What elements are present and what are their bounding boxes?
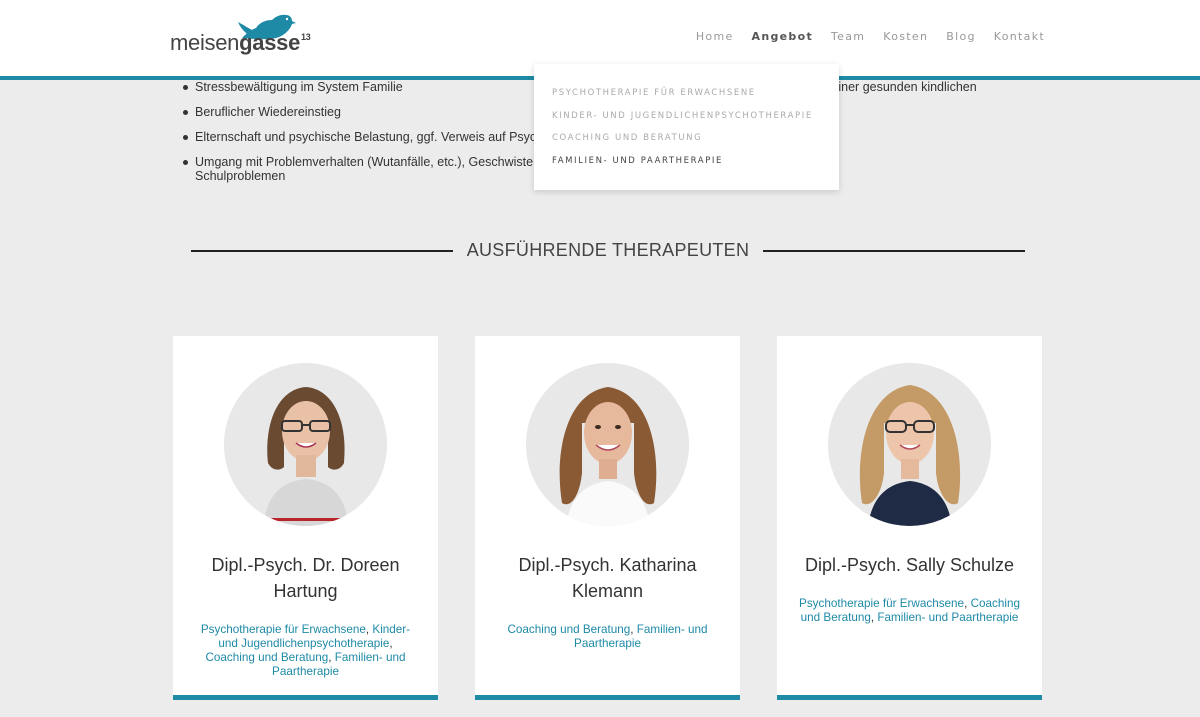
dropdown-item-familien-paartherapie[interactable]: FAMILIEN- UND PAARTHERAPIE	[534, 156, 839, 179]
heading-divider-left	[191, 250, 453, 252]
dropdown-item-coaching-beratung[interactable]: COACHING UND BERATUNG	[534, 133, 839, 156]
nav-kosten[interactable]: Kosten	[883, 30, 928, 43]
dropdown-item-kinder-jugendlichen[interactable]: KINDER- UND JUGENDLICHENPSYCHOTHERAPIE	[534, 111, 839, 134]
therapist-card-schulze: Dipl.-Psych. Sally Schulze Psychotherapi…	[777, 336, 1042, 700]
nav-team[interactable]: Team	[831, 30, 865, 43]
heading-divider-right	[763, 250, 1025, 252]
therapist-name: Dipl.-Psych. Sally Schulze	[804, 555, 1015, 575]
therapist-card-klemann: Dipl.-Psych. Katharina Klemann Coaching …	[475, 336, 740, 700]
list-item-text-continued: Schulproblemen	[195, 169, 286, 183]
therapist-card-hartung: Dipl.-Psych. Dr. Doreen Hartung Psychoth…	[173, 336, 438, 700]
therapist-photo	[224, 363, 387, 526]
therapist-name: Dipl.-Psych. Katharina Klemann	[518, 555, 697, 601]
service-link[interactable]: Psychotherapie für Erwachsene	[201, 623, 366, 636]
therapist-photo	[526, 363, 689, 526]
service-link[interactable]: Familien- und Paartherapie	[877, 611, 1018, 624]
logo-wordmark: meisengasse13	[170, 30, 311, 55]
nav-blog[interactable]: Blog	[946, 30, 976, 43]
service-link[interactable]: Coaching und Beratung	[507, 623, 630, 636]
therapist-name: Dipl.-Psych. Dr. Doreen Hartung	[211, 555, 400, 601]
nav-home[interactable]: Home	[696, 30, 734, 43]
service-link[interactable]: Psychotherapie für Erwachsene	[799, 597, 964, 610]
nav-angebot[interactable]: Angebot	[752, 30, 813, 43]
therapist-services: Psychotherapie für Erwachsene, Kinder- u…	[200, 623, 411, 678]
list-item-text: Umgang mit Problemverhalten (Wutanfälle,…	[195, 155, 551, 169]
therapist-services: Psychotherapie für Erwachsene, Coaching …	[799, 597, 1020, 624]
section-title: AUSFÜHRENDE THERAPEUTEN	[466, 240, 750, 260]
therapist-services: Coaching und Beratung, Familien- und Paa…	[507, 623, 708, 650]
list-item-fragment: d einer gesunden kindlichen	[821, 80, 977, 94]
nav-kontakt[interactable]: Kontakt	[994, 30, 1045, 43]
service-link[interactable]: Coaching und Beratung	[205, 651, 328, 664]
dropdown-item-psychotherapie-erwachsene[interactable]: PSYCHOTHERAPIE FÜR ERWACHSENE	[534, 88, 839, 111]
site-logo[interactable]: meisengasse13	[170, 12, 320, 56]
therapist-photo	[828, 363, 991, 526]
angebot-dropdown-menu: PSYCHOTHERAPIE FÜR ERWACHSENE KINDER- UN…	[534, 64, 839, 190]
main-nav: Home Angebot Team Kosten Blog Kontakt	[678, 30, 1045, 43]
